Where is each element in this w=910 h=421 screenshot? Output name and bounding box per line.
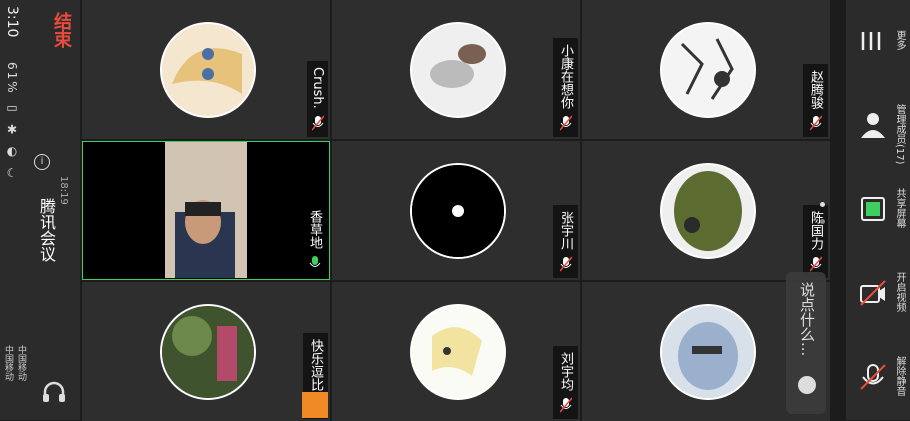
start-video-button[interactable]: 开启视频 — [846, 252, 910, 336]
video-feed — [165, 142, 247, 278]
participant-tile[interactable]: 小康在想你 — [332, 0, 580, 139]
meeting-title: 腾讯会议 — [37, 198, 56, 262]
participant-name: 快乐逗比 — [308, 339, 323, 391]
participant-tile[interactable]: 赵腾骏 — [582, 0, 830, 139]
carrier-1: 中国移动 — [16, 345, 26, 381]
mic-muted-icon — [311, 115, 324, 131]
mic-muted-icon — [860, 364, 886, 390]
participant-name-tag: 赵腾骏 — [803, 64, 828, 137]
share-screen-icon — [861, 197, 885, 221]
emoji-icon[interactable] — [798, 376, 816, 394]
share-screen-label: 共享屏幕 — [894, 188, 905, 228]
avatar — [410, 304, 506, 400]
more-button[interactable]: 更多 — [846, 0, 910, 84]
participant-tile[interactable]: 张宇川 — [332, 141, 580, 280]
avatar — [410, 163, 506, 259]
page-dot[interactable] — [820, 202, 825, 207]
participant-tile[interactable]: 刘宇均 — [332, 282, 580, 421]
page-dot[interactable] — [820, 219, 825, 224]
manage-members-label: 管理成员(17) — [894, 104, 905, 165]
participant-name: 刘宇均 — [558, 352, 573, 391]
participant-tile[interactable]: Crush. — [82, 0, 330, 139]
participant-name-tag: 张宇川 — [553, 205, 578, 278]
mic-muted-icon — [809, 256, 822, 272]
unmute-button[interactable]: 解除静音 — [846, 336, 910, 420]
participant-name: Crush. — [310, 67, 325, 109]
participant-tile[interactable]: 陈国力 — [582, 141, 830, 280]
mic-muted-icon — [559, 397, 572, 413]
end-meeting-button[interactable]: 结束 — [48, 12, 74, 48]
status-title-bar: 3:10 61% ▭ ✱ ◐ ☾ 中国移动 中国移动 腾讯会议 i 18:19 … — [0, 0, 80, 420]
host-badge-icon — [302, 392, 328, 418]
participant-name-tag: Crush. — [307, 61, 328, 137]
participant-name-tag: 小康在想你 — [553, 38, 578, 137]
mic-active-icon — [309, 256, 320, 267]
participant-tile-active[interactable]: 香草地 — [82, 141, 330, 280]
page-indicator[interactable] — [820, 190, 825, 236]
camera-off-icon — [860, 280, 886, 306]
meeting-elapsed-time: 18:19 — [58, 176, 69, 205]
mic-muted-icon — [559, 115, 572, 131]
participant-grid: Crush. 小康在想你 赵腾骏 香草地 张宇川 陈国力 快乐逗比 刘宇均 — [82, 0, 830, 421]
participant-name: 张宇川 — [558, 211, 573, 250]
mic-muted-icon — [559, 256, 572, 272]
avatar — [160, 22, 256, 118]
participant-tile[interactable]: 快乐逗比 — [82, 282, 330, 421]
avatar — [410, 22, 506, 118]
battery-level: 61% — [5, 62, 19, 95]
status-icons: 61% ▭ ✱ ◐ ☾ — [5, 62, 19, 182]
carrier-2: 中国移动 — [3, 345, 13, 381]
comment-placeholder: 说点什么... — [798, 282, 816, 357]
carrier-info: 中国移动 中国移动 — [2, 345, 28, 381]
participant-name-tag: 刘宇均 — [553, 346, 578, 419]
more-label: 更多 — [894, 30, 905, 50]
avatar — [660, 22, 756, 118]
participant-name: 小康在想你 — [558, 44, 573, 109]
mic-muted-icon — [809, 115, 822, 131]
toolbar: 更多 管理成员(17) 共享屏幕 开启视频 解除静音 — [846, 0, 910, 420]
status-time: 3:10 — [4, 6, 20, 38]
manage-members-button[interactable]: 管理成员(17) — [846, 84, 910, 168]
avatar — [660, 304, 756, 400]
start-video-label: 开启视频 — [894, 272, 905, 312]
avatar — [160, 304, 256, 400]
unmute-label: 解除静音 — [894, 356, 905, 396]
avatar — [660, 163, 756, 259]
menu-icon — [861, 32, 881, 50]
info-icon[interactable]: i — [34, 154, 50, 170]
participant-name-tag: 香草地 — [302, 204, 327, 277]
participant-name: 香草地 — [307, 210, 322, 249]
headset-icon[interactable] — [40, 378, 68, 406]
participant-name: 赵腾骏 — [808, 70, 823, 109]
share-screen-button[interactable]: 共享屏幕 — [846, 168, 910, 252]
members-icon — [861, 113, 885, 138]
